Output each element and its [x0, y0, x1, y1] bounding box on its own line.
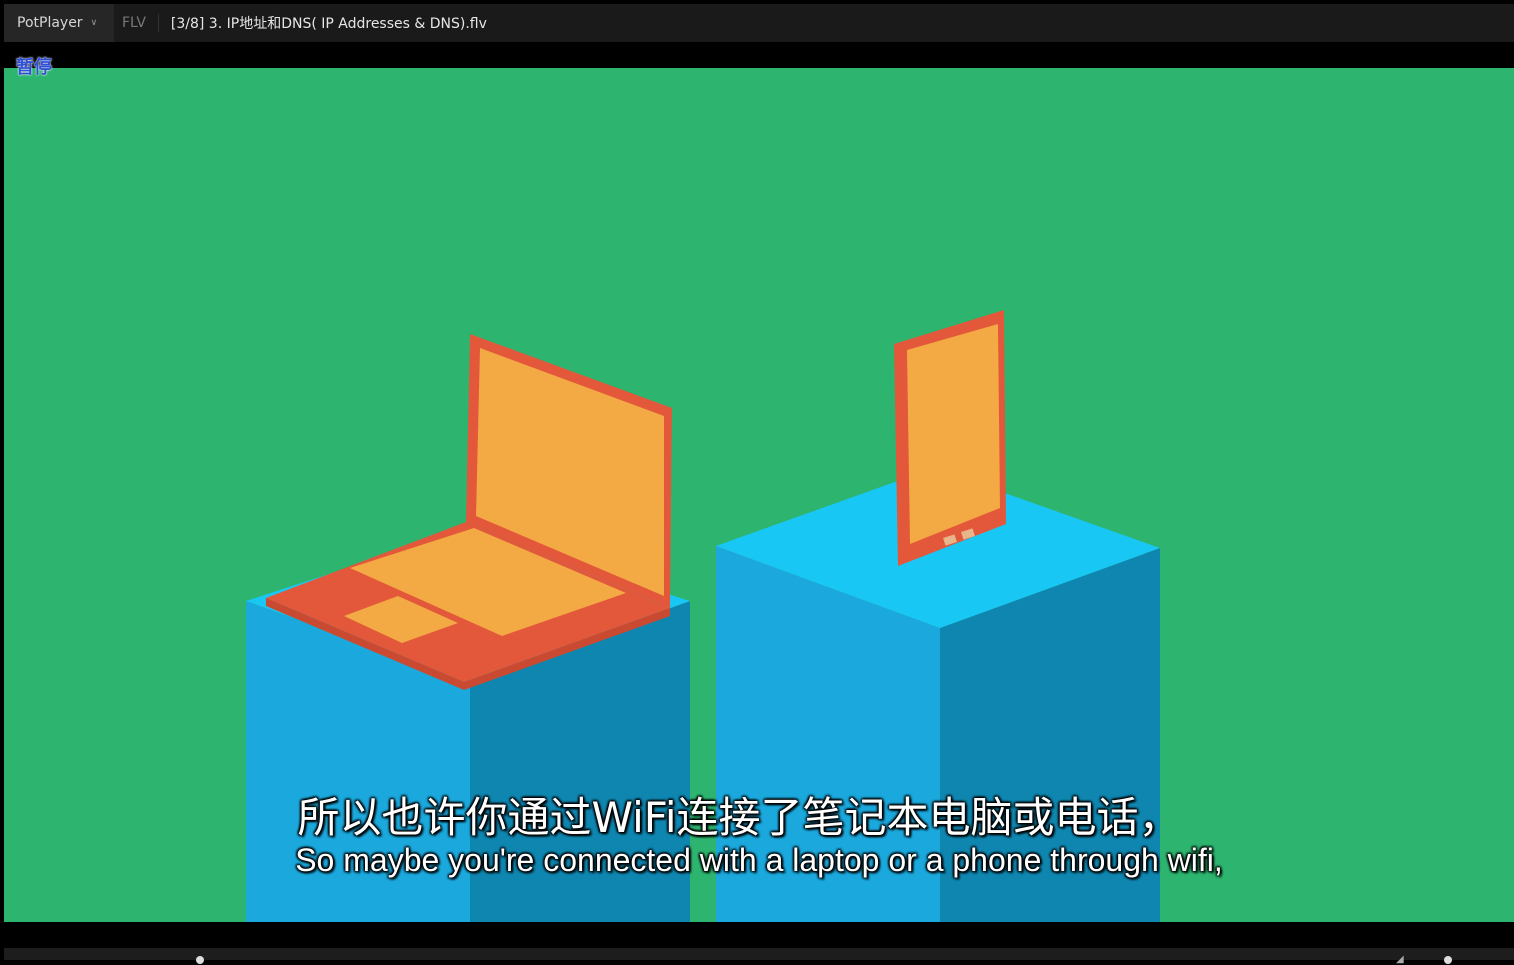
seek-slider-thumb[interactable]	[196, 956, 204, 964]
format-label: FLV	[122, 14, 159, 32]
phone-illustration	[894, 310, 1006, 566]
title-bar: PotPlayer ∨ FLV [3/8] 3. IP地址和DNS( IP Ad…	[4, 4, 1514, 42]
control-bar: ◢	[4, 948, 1514, 965]
volume-slider-thumb[interactable]	[1444, 956, 1452, 964]
video-area[interactable]: 所以也许你通过WiFi连接了笔记本电脑或电话， So maybe you're …	[4, 68, 1514, 922]
app-name: PotPlayer	[17, 15, 83, 31]
subtitle-english: So maybe you're connected with a laptop …	[295, 842, 1223, 878]
app-menu-button[interactable]: PotPlayer ∨	[4, 4, 114, 42]
playback-status: 暂停	[16, 57, 52, 78]
chevron-down-icon: ∨	[90, 18, 98, 28]
subtitle-chinese: 所以也许你通过WiFi连接了笔记本电脑或电话，	[297, 793, 1181, 842]
window-title: [3/8] 3. IP地址和DNS( IP Addresses & DNS).f…	[170, 16, 487, 32]
